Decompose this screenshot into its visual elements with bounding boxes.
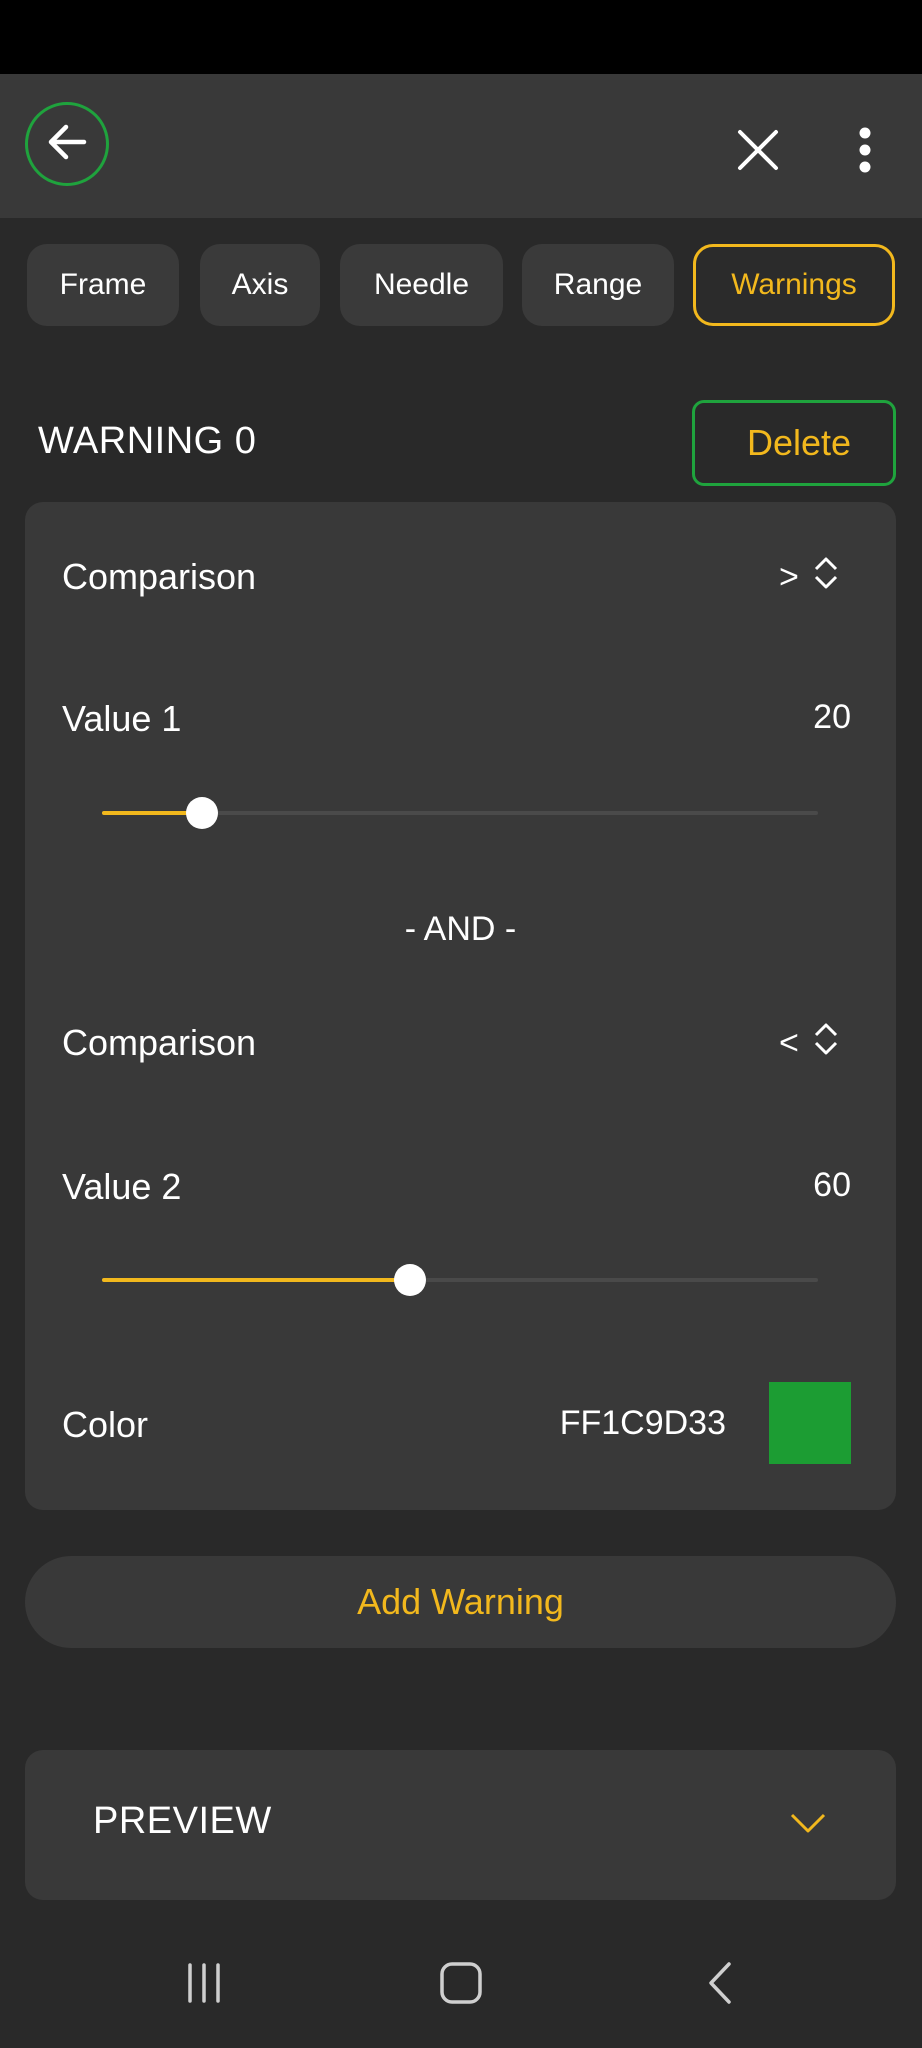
recents-button[interactable] xyxy=(164,1950,244,2020)
value-2-label: Value 2 xyxy=(62,1166,182,1207)
warning-title: WARNING 0 xyxy=(38,420,257,462)
status-bar xyxy=(0,0,922,74)
delete-button[interactable]: Delete xyxy=(692,400,896,486)
tab-frame[interactable]: Frame xyxy=(27,244,179,326)
app-bar xyxy=(0,74,922,218)
more-vertical-icon xyxy=(858,127,872,178)
comparison-1-value: > xyxy=(779,558,799,596)
tab-needle[interactable]: Needle xyxy=(340,244,503,326)
arrow-left-icon xyxy=(44,119,90,170)
comparison-1-label: Comparison xyxy=(62,556,257,597)
comparison-2-select[interactable]: < xyxy=(779,1022,839,1065)
tab-warnings[interactable]: Warnings xyxy=(693,244,895,326)
tab-axis[interactable]: Axis xyxy=(200,244,320,326)
comparison-2-value: < xyxy=(779,1024,799,1062)
more-options-button[interactable] xyxy=(840,122,890,182)
home-button[interactable] xyxy=(421,1950,501,2020)
home-icon xyxy=(439,1961,483,2010)
comparison-1-select[interactable]: > xyxy=(779,556,839,599)
close-button[interactable] xyxy=(728,122,788,182)
value-1-label: Value 1 xyxy=(62,698,182,739)
value-2-readout: 60 xyxy=(813,1166,851,1204)
value-1-readout: 20 xyxy=(813,698,851,736)
value-1-slider-thumb[interactable] xyxy=(186,797,219,829)
color-hex-value: FF1C9D33 xyxy=(559,1404,726,1442)
tab-range[interactable]: Range xyxy=(522,244,674,326)
preview-panel[interactable]: PREVIEW xyxy=(25,1750,896,1900)
recents-icon xyxy=(182,1961,226,2010)
add-warning-button[interactable]: Add Warning xyxy=(25,1556,896,1648)
value-1-slider[interactable] xyxy=(102,797,818,829)
value-2-slider-thumb[interactable] xyxy=(393,1264,426,1296)
value-2-slider-fill xyxy=(102,1278,410,1282)
nav-back-icon xyxy=(705,1961,735,2010)
expand-preview-button[interactable] xyxy=(783,1800,833,1850)
nav-back-button[interactable] xyxy=(680,1950,760,2020)
value-2-slider[interactable] xyxy=(102,1264,818,1296)
preview-title: PREVIEW xyxy=(93,1800,272,1842)
and-separator: - AND - xyxy=(404,910,517,948)
color-swatch[interactable] xyxy=(769,1382,851,1464)
system-nav-bar xyxy=(0,1920,922,2048)
color-label: Color xyxy=(62,1404,149,1445)
tab-bar: Frame Axis Needle Range Warnings xyxy=(0,244,922,328)
chevron-up-down-icon xyxy=(813,556,839,599)
chevron-up-down-icon xyxy=(813,1022,839,1065)
back-button[interactable] xyxy=(25,102,109,186)
warning-card: Comparison > Value 1 20 - AND - Comparis… xyxy=(25,502,896,1510)
comparison-2-label: Comparison xyxy=(62,1022,257,1063)
close-icon xyxy=(736,128,780,177)
chevron-down-icon xyxy=(790,1812,826,1839)
